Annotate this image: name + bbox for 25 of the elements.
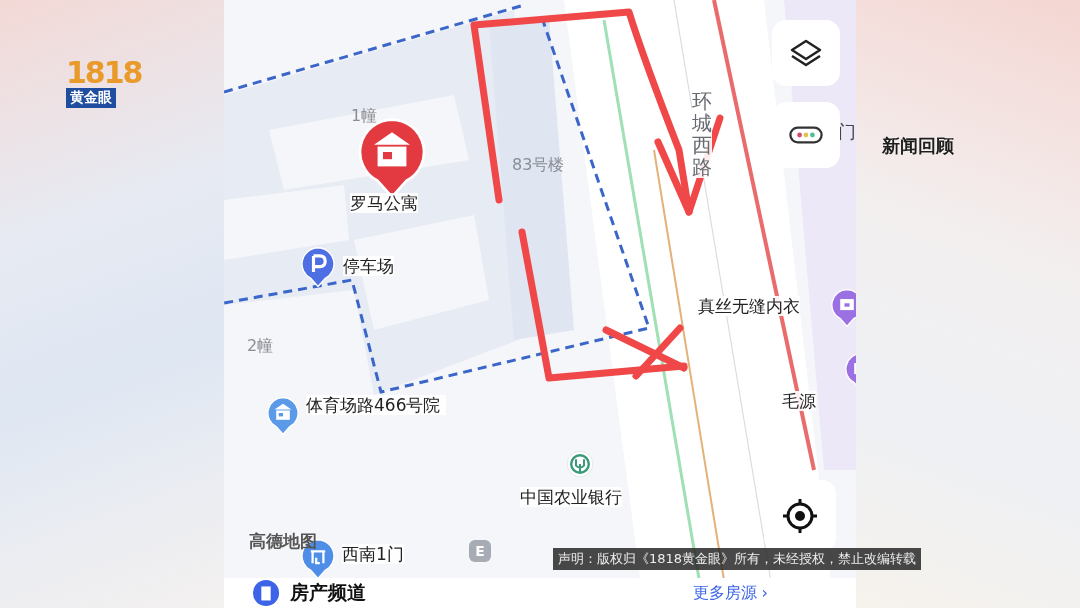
poi-label: 罗马公寓 <box>350 193 418 214</box>
copyright-notice: 声明：版权归《1818黄金眼》所有，未经授权，禁止改编转载 <box>553 548 922 570</box>
sheet-title: 房产频道 <box>290 580 366 605</box>
building-label: 2幢 <box>247 336 274 357</box>
road-label: 环城西路 <box>692 90 712 178</box>
poi-label: 停车场 <box>343 256 394 277</box>
building-label: 83号楼 <box>512 155 565 176</box>
building-label: 1幢 <box>351 106 378 127</box>
poi-label: 西南1门 <box>342 544 404 565</box>
parking-pin-icon <box>300 246 336 288</box>
traffic-light-icon <box>787 124 825 146</box>
map-logo: 高德地图 <box>249 530 317 553</box>
logo-name: 黄金眼 <box>66 88 116 108</box>
poi-label: 真丝无缝内衣 <box>698 296 800 317</box>
house-pin-icon <box>266 396 300 436</box>
section-caption: 新闻回顾 <box>882 134 954 158</box>
entrance-badge: E <box>469 540 491 562</box>
logo-number: 1818 <box>66 58 142 88</box>
poi-label: 中国农业银行 <box>520 487 622 508</box>
poi-label: 门 <box>838 120 856 144</box>
poi-label: 体育场路466号院 <box>306 395 446 416</box>
poi-label: 毛源 <box>782 391 816 412</box>
locate-icon <box>780 496 820 536</box>
more-listings-link[interactable]: 更多房源 › <box>692 582 768 604</box>
layers-button[interactable] <box>772 20 840 86</box>
